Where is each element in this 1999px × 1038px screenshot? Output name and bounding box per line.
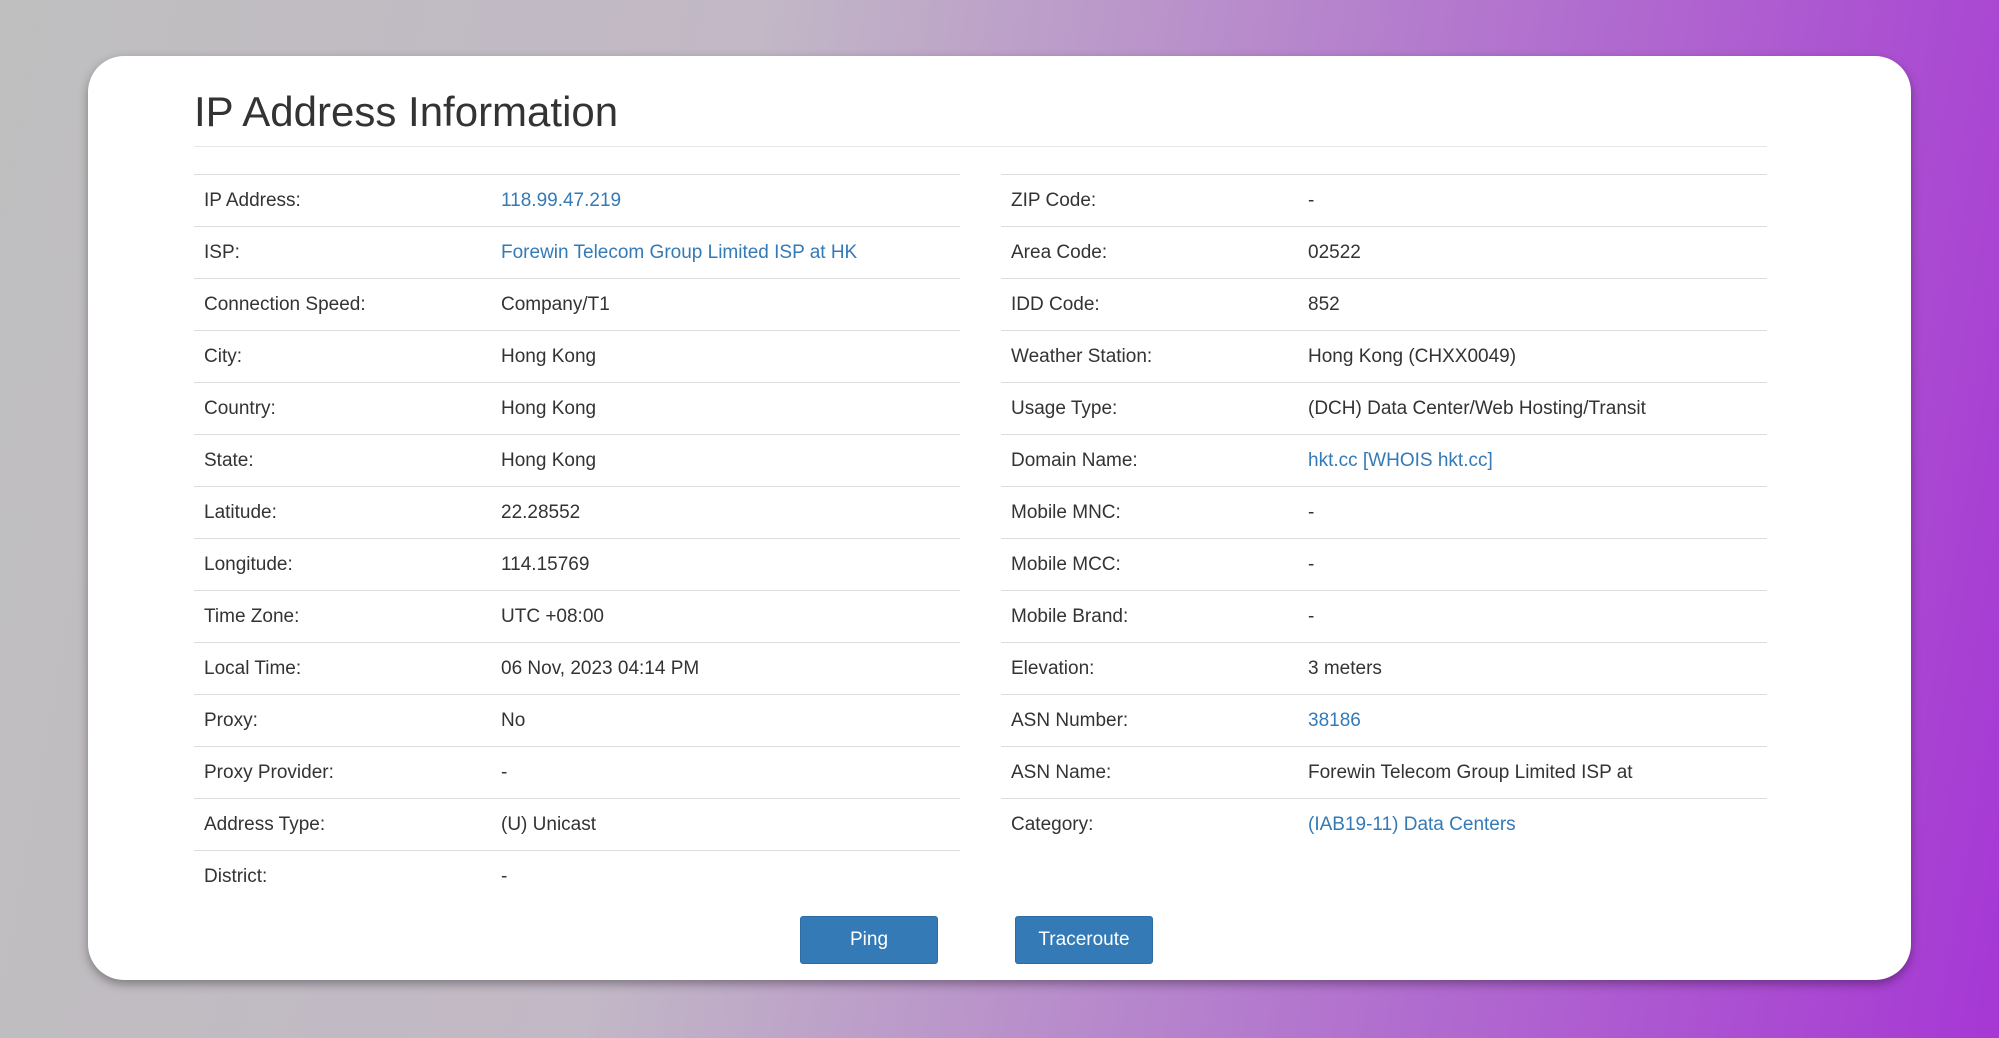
table-row-ip-address: IP Address: 118.99.47.219 bbox=[194, 174, 960, 226]
field-value-latitude: 22.28552 bbox=[501, 501, 581, 523]
table-row-zip-code: ZIP Code: - bbox=[1001, 174, 1767, 226]
table-row-area-code: Area Code: 02522 bbox=[1001, 226, 1767, 278]
table-row-category: Category: (IAB19-11) Data Centers bbox=[1001, 798, 1767, 850]
field-label-proxy: Proxy: bbox=[204, 709, 258, 731]
field-value-country: Hong Kong bbox=[501, 397, 597, 419]
table-row-mobile-mcc: Mobile MCC: - bbox=[1001, 538, 1767, 590]
field-value-city: Hong Kong bbox=[501, 345, 597, 367]
field-value-elevation: 3 meters bbox=[1308, 657, 1382, 679]
field-label-elevation: Elevation: bbox=[1011, 657, 1095, 679]
right-info-table: ZIP Code: - Area Code: 02522 IDD Code: 852 Wea… bbox=[1001, 174, 1767, 850]
field-label-weather-station: Weather Station: bbox=[1011, 345, 1153, 367]
table-row-asn-name: ASN Name: Forewin Telecom Group Limited I… bbox=[1001, 746, 1767, 798]
traceroute-button[interactable]: Traceroute bbox=[1015, 916, 1153, 964]
field-link-domain-name[interactable]: hkt.cc [WHOIS hkt.cc] bbox=[1308, 450, 1767, 472]
field-value-time-zone: UTC +08:00 bbox=[501, 605, 604, 627]
field-value-state: Hong Kong bbox=[501, 449, 597, 471]
field-label-time-zone: Time Zone: bbox=[204, 605, 300, 627]
field-label-address-type: Address Type: bbox=[204, 813, 326, 835]
field-label-city: City: bbox=[204, 345, 242, 367]
field-label-isp: ISP: bbox=[204, 241, 240, 263]
field-label-usage-type: Usage Type: bbox=[1011, 397, 1118, 419]
table-row-proxy: Proxy: No bbox=[194, 694, 960, 746]
table-row-weather-station: Weather Station: Hong Kong (CHXX0049) bbox=[1001, 330, 1767, 382]
field-label-category: Category: bbox=[1011, 813, 1094, 835]
table-row-district: District: - bbox=[194, 850, 960, 902]
ip-info-card: IP Address Information IP Address: 118.99… bbox=[88, 56, 1911, 980]
table-row-isp: ISP: Forewin Telecom Group Limited ISP at… bbox=[194, 226, 960, 278]
field-value-address-type: (U) Unicast bbox=[501, 813, 597, 835]
field-link-category[interactable]: (IAB19-11) Data Centers bbox=[1308, 814, 1767, 836]
field-value-longitude: 114.15769 bbox=[501, 553, 590, 575]
field-value-weather-station: Hong Kong (CHXX0049) bbox=[1308, 345, 1517, 367]
ping-button[interactable]: Ping bbox=[800, 916, 938, 964]
field-label-longitude: Longitude: bbox=[204, 553, 293, 575]
field-label-ip-address: IP Address: bbox=[204, 189, 301, 211]
page-title: IP Address Information bbox=[194, 88, 619, 135]
field-value-area-code: 02522 bbox=[1308, 241, 1361, 263]
field-value-zip-code: - bbox=[1308, 189, 1315, 211]
field-value-mobile-brand: - bbox=[1308, 605, 1315, 627]
table-row-connection-speed: Connection Speed: Company/T1 bbox=[194, 278, 960, 330]
field-label-area-code: Area Code: bbox=[1011, 241, 1108, 263]
table-row-city: City: Hong Kong bbox=[194, 330, 960, 382]
field-label-idd-code: IDD Code: bbox=[1011, 293, 1100, 315]
field-link-asn-number[interactable]: 38186 bbox=[1308, 710, 1767, 732]
table-row-proxy-provider: Proxy Provider: - bbox=[194, 746, 960, 798]
field-label-asn-name: ASN Name: bbox=[1011, 761, 1112, 783]
table-row-local-time: Local Time: 06 Nov, 2023 04:14 PM bbox=[194, 642, 960, 694]
field-label-mobile-brand: Mobile Brand: bbox=[1011, 605, 1129, 627]
field-label-proxy-provider: Proxy Provider: bbox=[204, 761, 334, 783]
table-row-latitude: Latitude: 22.28552 bbox=[194, 486, 960, 538]
field-label-country: Country: bbox=[204, 397, 276, 419]
field-label-district: District: bbox=[204, 865, 268, 887]
field-value-mobile-mnc: - bbox=[1308, 501, 1315, 523]
field-label-latitude: Latitude: bbox=[204, 501, 277, 523]
field-value-local-time: 06 Nov, 2023 04:14 PM bbox=[501, 657, 700, 679]
field-label-state: State: bbox=[204, 449, 254, 471]
field-link-ip-address[interactable]: 118.99.47.219 bbox=[501, 190, 960, 212]
left-info-table: IP Address: 118.99.47.219 ISP: Forewin Tele… bbox=[194, 174, 960, 902]
table-row-time-zone: Time Zone: UTC +08:00 bbox=[194, 590, 960, 642]
field-value-usage-type: (DCH) Data Center/Web Hosting/Transit bbox=[1308, 397, 1646, 419]
field-value-proxy: No bbox=[501, 709, 526, 731]
field-value-asn-name: Forewin Telecom Group Limited ISP at bbox=[1308, 761, 1633, 783]
field-label-mobile-mcc: Mobile MCC: bbox=[1011, 553, 1121, 575]
field-label-mobile-mnc: Mobile MNC: bbox=[1011, 501, 1121, 523]
field-link-isp[interactable]: Forewin Telecom Group Limited ISP at HK bbox=[501, 242, 960, 264]
table-row-state: State: Hong Kong bbox=[194, 434, 960, 486]
field-value-mobile-mcc: - bbox=[1308, 553, 1315, 575]
table-row-elevation: Elevation: 3 meters bbox=[1001, 642, 1767, 694]
table-row-idd-code: IDD Code: 852 bbox=[1001, 278, 1767, 330]
table-row-longitude: Longitude: 114.15769 bbox=[194, 538, 960, 590]
title-divider bbox=[194, 146, 1767, 147]
table-row-mobile-mnc: Mobile MNC: - bbox=[1001, 486, 1767, 538]
field-label-connection-speed: Connection Speed: bbox=[204, 293, 366, 315]
field-label-local-time: Local Time: bbox=[204, 657, 302, 679]
field-value-district: - bbox=[501, 865, 508, 887]
table-row-country: Country: Hong Kong bbox=[194, 382, 960, 434]
field-value-connection-speed: Company/T1 bbox=[501, 293, 610, 315]
field-label-domain-name: Domain Name: bbox=[1011, 449, 1138, 471]
table-row-address-type: Address Type: (U) Unicast bbox=[194, 798, 960, 850]
field-label-asn-number: ASN Number: bbox=[1011, 709, 1129, 731]
table-row-domain-name: Domain Name: hkt.cc [WHOIS hkt.cc] bbox=[1001, 434, 1767, 486]
field-label-zip-code: ZIP Code: bbox=[1011, 189, 1097, 211]
field-value-idd-code: 852 bbox=[1308, 293, 1340, 315]
field-value-proxy-provider: - bbox=[501, 761, 508, 783]
table-row-usage-type: Usage Type: (DCH) Data Center/Web Hosting… bbox=[1001, 382, 1767, 434]
table-row-mobile-brand: Mobile Brand: - bbox=[1001, 590, 1767, 642]
table-row-asn-number: ASN Number: 38186 bbox=[1001, 694, 1767, 746]
